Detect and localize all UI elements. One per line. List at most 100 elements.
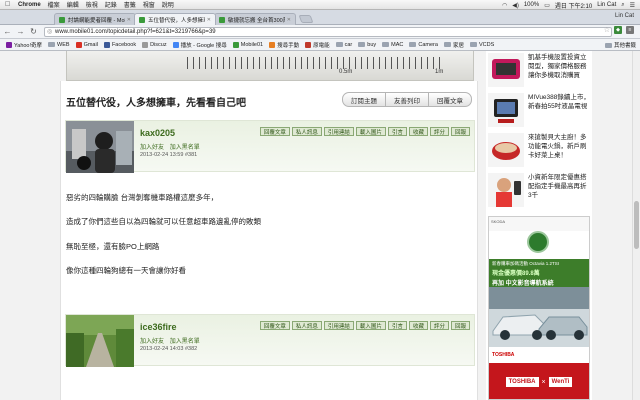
menu-icon[interactable]: ≡ [626, 26, 634, 34]
menu-history[interactable]: 記錄 [105, 0, 117, 9]
reload-icon[interactable]: ↻ [28, 26, 39, 37]
add-blacklist-link[interactable]: 加入黑名單 [170, 145, 200, 151]
add-friend-link[interactable]: 加入好友 [140, 339, 164, 345]
menu-file[interactable]: 檔案 [48, 0, 60, 9]
page-info-icon[interactable]: ◎ [47, 28, 52, 37]
tab-1[interactable]: 討論網能愛者回覆 - Mobile01 ... ✕ [54, 13, 136, 25]
load-images-button[interactable]: 載入圖片 [355, 127, 386, 136]
post-username[interactable]: kax0205 [140, 128, 175, 138]
apple-icon[interactable]:  [5, 1, 13, 8]
menu-window[interactable]: 視窗 [143, 0, 155, 9]
avatar[interactable] [66, 315, 134, 367]
battery-percent[interactable]: 100% [524, 2, 539, 8]
bookmark-folder-car[interactable]: car [335, 42, 352, 48]
print-button[interactable]: 友善列印 [385, 92, 429, 107]
private-message-button[interactable]: 私人訊息 [291, 321, 322, 330]
cross-symbol: × [541, 378, 546, 386]
post-username[interactable]: ice36fire [140, 322, 177, 332]
bookmark-gmail[interactable]: Gmail [75, 41, 98, 48]
close-tab-icon[interactable]: ✕ [287, 17, 291, 23]
wifi-icon[interactable]: ◠ [502, 2, 507, 9]
menu-bookmarks[interactable]: 書籤 [124, 0, 136, 9]
close-tab-icon[interactable]: ✕ [207, 17, 211, 23]
page-scrollbar[interactable] [632, 51, 640, 400]
ruler-banner-image: 0.5m 1m [66, 51, 474, 81]
bookmark-folder-home[interactable]: 家居 [443, 41, 464, 49]
quote-link-button[interactable]: 引用連結 [323, 321, 354, 330]
folder-icon [469, 42, 477, 47]
address-bar[interactable]: ◎ www.mobile01.com/topicdetail.php?f=621… [44, 27, 612, 37]
ad-thumbnail [488, 173, 524, 207]
tab-title: 敏捷就忘搬 全台首300萬... [228, 17, 285, 24]
report-button[interactable]: 回報 [450, 127, 470, 136]
app-menu-chrome[interactable]: Chrome [18, 2, 41, 8]
volume-icon[interactable]: ◀) [512, 2, 519, 9]
reply-post-button[interactable]: 回覆文章 [259, 321, 290, 330]
sidebar-ad[interactable]: 凱基手機設置投資立閱型，獨家價格服務讓你多機取消購買 [488, 51, 590, 91]
bookmark-folder-web[interactable]: WEB [48, 42, 70, 48]
tab-3[interactable]: 敏捷就忘搬 全台首300萬... ✕ [214, 13, 296, 25]
new-tab-button[interactable] [298, 15, 314, 23]
menubar-user[interactable]: Lin Cat [597, 2, 616, 8]
private-message-button[interactable]: 私人訊息 [291, 127, 322, 136]
rate-button[interactable]: 評分 [429, 321, 449, 330]
avatar-image [66, 121, 134, 173]
sidebar-ad[interactable]: MIVue388錄續上市，新春拍55吋液晶電視 [488, 91, 590, 131]
skoda-toshiba-banner[interactable]: SKODA 新春購車加碼活動 Octavia 1.2TSI 現金優惠價89.8萬… [488, 216, 590, 400]
bookmark-discuz[interactable]: Discuz [142, 41, 167, 48]
folder-icon [604, 42, 612, 48]
bookmark-folder-mac[interactable]: MAC [382, 42, 403, 48]
bookmark-folder-camera[interactable]: Camera [409, 42, 438, 48]
other-bookmarks[interactable]: 其他書籤 [604, 41, 636, 49]
sidebar-ad[interactable]: 來搶製貝大主廚！多功能電火鍋，新戶刷卡好菜上桌！ [488, 131, 590, 171]
scrollbar-thumb[interactable] [634, 201, 639, 249]
forward-arrow-icon[interactable]: → [15, 26, 26, 37]
favorite-button[interactable]: 收藏 [408, 321, 428, 330]
avatar[interactable] [66, 121, 134, 173]
bookmark-star-icon[interactable]: ☆ [604, 26, 610, 34]
add-friend-link[interactable]: 加入好友 [140, 145, 164, 151]
add-blacklist-link[interactable]: 加入黑名單 [170, 339, 200, 345]
favorite-button[interactable]: 收藏 [408, 127, 428, 136]
bookmark-folder-buy[interactable]: buy [358, 42, 376, 48]
rate-button[interactable]: 評分 [429, 127, 449, 136]
sidebar-ad[interactable]: 小資新年限定優惠搭配指定手機最高再折3千 [488, 171, 590, 211]
close-tab-icon[interactable]: ✕ [127, 17, 131, 23]
bookmark-mobile01[interactable]: Mobile01 [232, 41, 263, 48]
menu-view[interactable]: 檢視 [86, 0, 98, 9]
reply-post-button[interactable]: 回覆文章 [259, 127, 290, 136]
post-body-line: 造成了你們這些自以為四輪就可以任意超車路邊亂停的敗類 [66, 217, 261, 226]
subscribe-button[interactable]: 訂閱主題 [342, 92, 386, 107]
skoda-logo-icon [527, 231, 549, 253]
bookmark-power[interactable]: 原電能 [305, 41, 330, 49]
ruler-label-half: 0.5m [339, 69, 353, 75]
tab-2-active[interactable]: 五位替代役，人多想擁車，先... ✕ [134, 13, 216, 25]
reply-button[interactable]: 回覆文章 [428, 92, 472, 107]
bookmark-folder-vcds[interactable]: VCDS [469, 42, 494, 48]
bookmark-google-search[interactable]: 播放 - Google 搜尋 [172, 41, 227, 49]
battery-icon[interactable]: ▭ [544, 2, 550, 9]
menu-edit[interactable]: 編輯 [67, 0, 79, 9]
menu-help[interactable]: 說明 [162, 0, 174, 9]
quote-link-button[interactable]: 引用連結 [323, 127, 354, 136]
quote-button[interactable]: 引言 [387, 127, 407, 136]
load-images-button[interactable]: 載入圖片 [355, 321, 386, 330]
clock[interactable]: 週日 下午2:10 [555, 1, 592, 10]
screen:  Chrome 檔案 編輯 檢視 記錄 書籤 視窗 說明 ◠ ◀) 100% … [0, 0, 640, 400]
yahoo-icon [6, 41, 12, 48]
extension-icon[interactable]: ◆ [614, 26, 622, 34]
spotlight-icon[interactable]: ⌕ [621, 2, 624, 9]
folder-icon [48, 42, 56, 47]
profile-name[interactable]: Lin Cat [615, 13, 634, 19]
back-arrow-icon[interactable]: ← [2, 26, 13, 37]
toshiba-wenti-ad: TOSHIBA × WenTi [489, 363, 589, 399]
folder-icon [335, 42, 343, 47]
bookmark-facebook[interactable]: Facebook [103, 41, 136, 48]
notification-icon[interactable]: ☰ [630, 2, 635, 9]
quote-button[interactable]: 引言 [387, 321, 407, 330]
bookmark-search[interactable]: 搜尋手動 [269, 41, 299, 49]
bookmark-yahoo[interactable]: Yahoo!奇摩 [6, 41, 42, 49]
post-header: ice36fire 加入好友 加入黑名單 2013-02-24 14:03 #3… [65, 314, 475, 367]
report-button[interactable]: 回報 [450, 321, 470, 330]
gmail-icon [75, 41, 82, 48]
